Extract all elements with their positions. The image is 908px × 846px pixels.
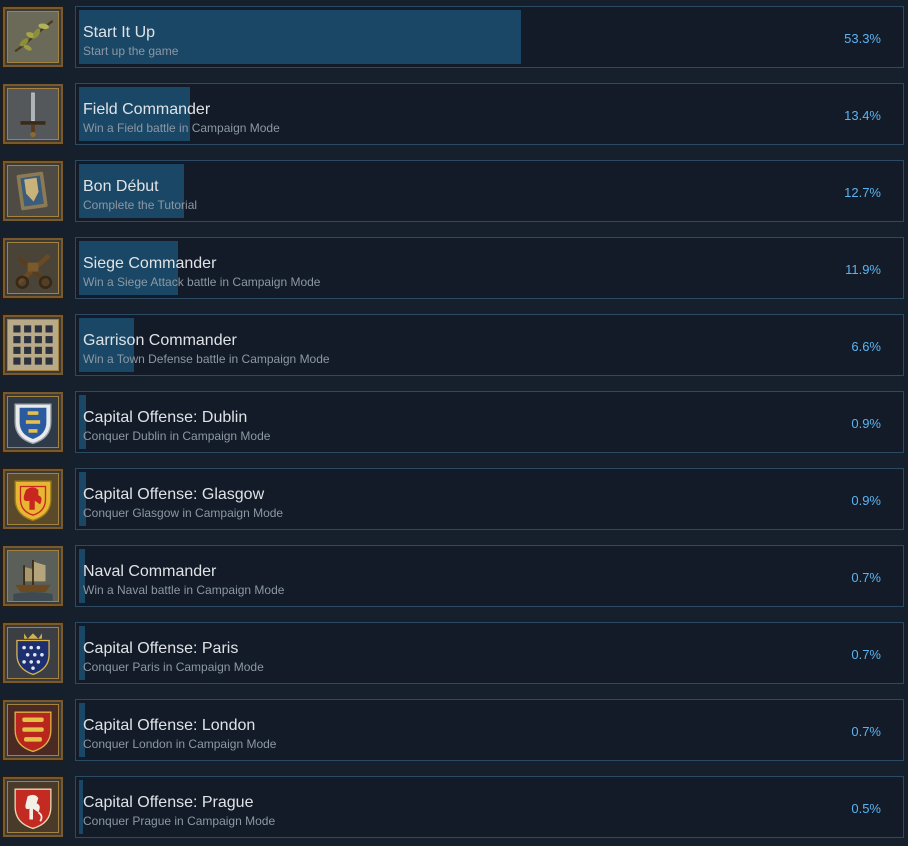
sword-icon [2, 83, 64, 145]
achievement-description: Conquer London in Campaign Mode [83, 737, 277, 751]
paris-crest-icon [2, 622, 64, 684]
achievement-row[interactable]: Capital Offense: Glasgow Conquer Glasgow … [0, 467, 908, 531]
achievement-description: Win a Naval battle in Campaign Mode [83, 583, 285, 597]
achievement-title: Bon Début [83, 178, 159, 195]
achievement-row[interactable]: Naval Commander Win a Naval battle in Cam… [0, 544, 908, 608]
dublin-crest-icon [2, 391, 64, 453]
achievement-panel[interactable]: Capital Offense: Paris Conquer Paris in C… [75, 622, 904, 684]
achievement-description: Conquer Prague in Campaign Mode [83, 814, 276, 828]
achievement-panel[interactable]: Siege Commander Win a Siege Attack battle… [75, 237, 904, 299]
achievement-row[interactable]: Capital Offense: London Conquer London in… [0, 698, 908, 762]
london-crest-icon [2, 699, 64, 761]
achievement-title: Siege Commander [83, 255, 217, 272]
achievement-title: Capital Offense: Glasgow [83, 486, 265, 503]
portcullis-icon [2, 314, 64, 376]
achievement-row[interactable]: Start It Up Start up the game 53.3% [0, 5, 908, 69]
achievement-panel[interactable]: Garrison Commander Win a Town Defense bat… [75, 314, 904, 376]
ship-icon [2, 545, 64, 607]
achievement-percent: 0.7% [851, 570, 881, 585]
achievement-title: Garrison Commander [83, 332, 237, 349]
achievement-panel[interactable]: Bon Début Complete the Tutorial 12.7% [75, 160, 904, 222]
achievement-title: Capital Offense: London [83, 717, 256, 734]
achievement-panel[interactable]: Field Commander Win a Field battle in Cam… [75, 83, 904, 145]
achievement-description: Complete the Tutorial [83, 198, 198, 212]
achievement-row[interactable]: Capital Offense: Prague Conquer Prague in… [0, 775, 908, 839]
achievement-title: Capital Offense: Prague [83, 794, 254, 811]
achievement-row[interactable]: Capital Offense: Dublin Conquer Dublin in… [0, 390, 908, 454]
olive-branch-icon [2, 6, 64, 68]
achievement-description: Conquer Glasgow in Campaign Mode [83, 506, 284, 520]
achievement-percent: 0.5% [851, 801, 881, 816]
achievement-title: Field Commander [83, 101, 211, 118]
achievement-description: Win a Town Defense battle in Campaign Mo… [83, 352, 330, 366]
achievement-description: Start up the game [83, 44, 179, 58]
achievement-panel[interactable]: Start It Up Start up the game 53.3% [75, 6, 904, 68]
achievement-panel[interactable]: Capital Offense: Glasgow Conquer Glasgow … [75, 468, 904, 530]
achievement-percent: 6.6% [851, 339, 881, 354]
achievement-percent: 12.7% [844, 185, 881, 200]
achievement-row[interactable]: Field Commander Win a Field battle in Cam… [0, 82, 908, 146]
achievement-percent: 0.9% [851, 416, 881, 431]
achievement-description: Conquer Paris in Campaign Mode [83, 660, 264, 674]
achievement-row[interactable]: Capital Offense: Paris Conquer Paris in C… [0, 621, 908, 685]
siege-engine-icon [2, 237, 64, 299]
achievement-panel[interactable]: Naval Commander Win a Naval battle in Cam… [75, 545, 904, 607]
achievement-percent: 11.9% [845, 262, 881, 277]
glasgow-crest-icon [2, 468, 64, 530]
shield-book-icon [2, 160, 64, 222]
achievement-row[interactable]: Siege Commander Win a Siege Attack battle… [0, 236, 908, 300]
achievement-percent: 0.7% [851, 647, 881, 662]
achievement-title: Start It Up [83, 24, 156, 41]
achievement-panel[interactable]: Capital Offense: London Conquer London in… [75, 699, 904, 761]
achievement-title: Capital Offense: Paris [83, 640, 239, 657]
achievement-percent: 13.4% [844, 108, 881, 123]
achievement-row[interactable]: Bon Début Complete the Tutorial 12.7% [0, 159, 908, 223]
achievement-list: Start It Up Start up the game 53.3% Field C… [0, 0, 908, 846]
achievement-description: Conquer Dublin in Campaign Mode [83, 429, 271, 443]
prague-crest-icon [2, 776, 64, 838]
achievement-title: Naval Commander [83, 563, 217, 580]
achievement-percent: 0.7% [851, 724, 881, 739]
achievement-panel[interactable]: Capital Offense: Prague Conquer Prague in… [75, 776, 904, 838]
achievement-percent: 0.9% [851, 493, 881, 508]
achievement-panel[interactable]: Capital Offense: Dublin Conquer Dublin in… [75, 391, 904, 453]
achievement-row[interactable]: Garrison Commander Win a Town Defense bat… [0, 313, 908, 377]
achievement-title: Capital Offense: Dublin [83, 409, 248, 426]
achievement-description: Win a Siege Attack battle in Campaign Mo… [83, 275, 321, 289]
achievement-description: Win a Field battle in Campaign Mode [83, 121, 280, 135]
achievement-percent: 53.3% [844, 31, 881, 46]
